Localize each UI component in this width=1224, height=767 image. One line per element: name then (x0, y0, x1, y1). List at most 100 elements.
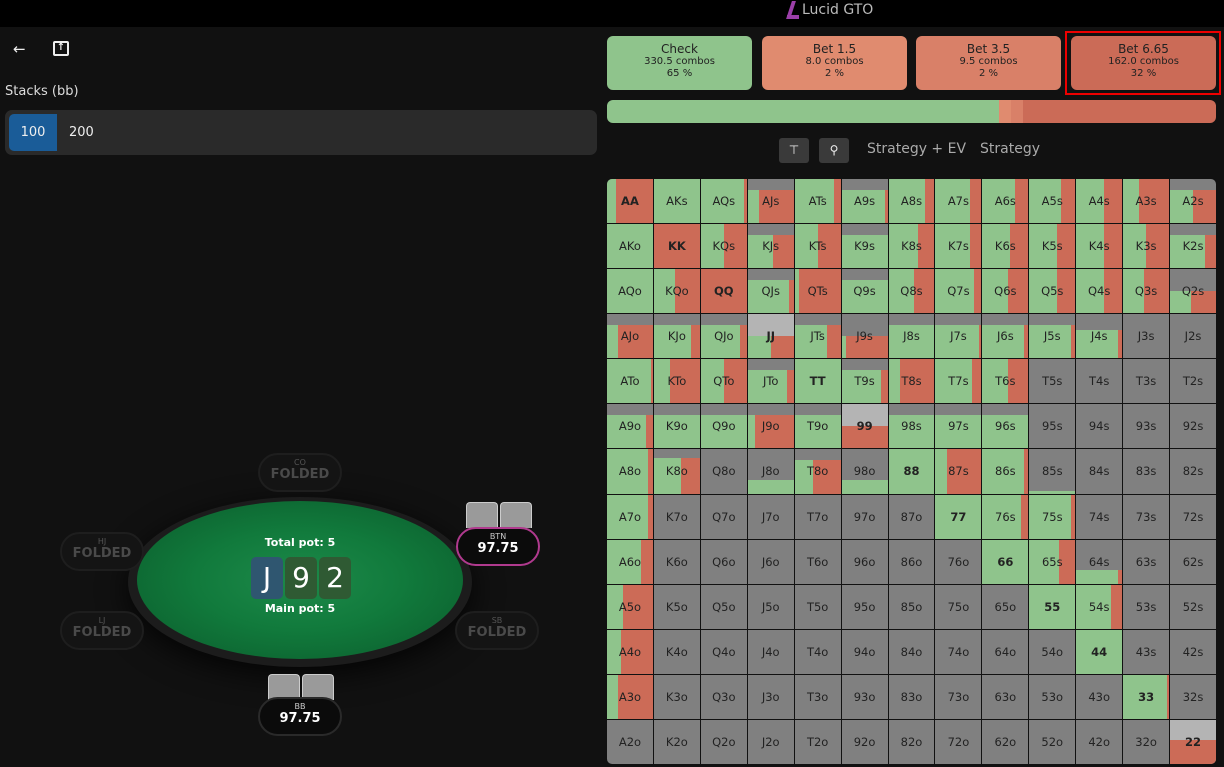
hand-cell[interactable]: A9s (841, 179, 888, 224)
hand-cell[interactable]: 84o (888, 629, 935, 674)
hand-cell[interactable]: Q3o (700, 674, 747, 719)
hand-cell[interactable]: 83s (1123, 449, 1170, 494)
hand-cell[interactable]: 98s (888, 404, 935, 449)
hand-cell[interactable]: K8o (653, 449, 700, 494)
hand-cell[interactable]: J8o (747, 449, 794, 494)
hand-cell[interactable]: 75s (1029, 494, 1076, 539)
hand-cell[interactable]: Q4s (1076, 269, 1123, 314)
hand-cell[interactable]: A4o (607, 629, 653, 674)
seat-btn[interactable]: BTN 97.75 (456, 527, 540, 566)
hand-cell[interactable]: 99 (841, 404, 888, 449)
hand-cell[interactable]: 65o (982, 584, 1029, 629)
hand-cell[interactable]: T6s (982, 359, 1029, 404)
hand-cell[interactable]: AJs (747, 179, 794, 224)
hand-cell[interactable]: T5o (794, 584, 841, 629)
hand-cell[interactable]: J4s (1076, 314, 1123, 359)
stack-option-100[interactable]: 100 (9, 114, 57, 151)
hand-cell[interactable]: 93s (1123, 404, 1170, 449)
hand-cell[interactable]: 87o (888, 494, 935, 539)
hand-cell[interactable]: Q7o (700, 494, 747, 539)
hand-cell[interactable]: 87s (935, 449, 982, 494)
hand-cell[interactable]: 97o (841, 494, 888, 539)
hand-cell[interactable]: KTs (794, 224, 841, 269)
hand-cell[interactable]: Q7s (935, 269, 982, 314)
hand-cell[interactable]: 64s (1076, 539, 1123, 584)
hand-cell[interactable]: A9o (607, 404, 653, 449)
hand-cell[interactable]: 86s (982, 449, 1029, 494)
hand-cell[interactable]: T7s (935, 359, 982, 404)
hand-cell[interactable]: T9o (794, 404, 841, 449)
hand-cell[interactable]: K6o (653, 539, 700, 584)
hand-cell[interactable]: 98o (841, 449, 888, 494)
hand-cell[interactable]: Q2o (700, 719, 747, 764)
hand-cell[interactable]: T8s (888, 359, 935, 404)
hand-cell[interactable]: A7o (607, 494, 653, 539)
hand-cell[interactable]: T2o (794, 719, 841, 764)
hand-cell[interactable]: KJs (747, 224, 794, 269)
hand-cell[interactable]: 32s (1170, 674, 1216, 719)
hand-cell[interactable]: J6s (982, 314, 1029, 359)
hand-cell[interactable]: Q5o (700, 584, 747, 629)
hand-cell[interactable]: A6o (607, 539, 653, 584)
hand-cell[interactable]: Q9o (700, 404, 747, 449)
hand-cell[interactable]: J9s (841, 314, 888, 359)
hand-cell[interactable]: Q9s (841, 269, 888, 314)
hand-cell[interactable]: 94s (1076, 404, 1123, 449)
hand-cell[interactable]: 54s (1076, 584, 1123, 629)
hand-cell[interactable]: 86o (888, 539, 935, 584)
hand-cell[interactable]: K5o (653, 584, 700, 629)
hand-cell[interactable]: 74o (935, 629, 982, 674)
hand-cell[interactable]: 73s (1123, 494, 1170, 539)
hand-cell[interactable]: A4s (1076, 179, 1123, 224)
hand-cell[interactable]: T3s (1123, 359, 1170, 404)
hand-cell[interactable]: T8o (794, 449, 841, 494)
action-bet-3-5-button[interactable]: Bet 3.5 9.5 combos 2 % (916, 36, 1061, 90)
hand-cell[interactable]: 95s (1029, 404, 1076, 449)
hand-cell[interactable]: J8s (888, 314, 935, 359)
hand-cell[interactable]: 22 (1170, 719, 1216, 764)
hand-cell[interactable]: 54o (1029, 629, 1076, 674)
stack-option-200[interactable]: 200 (57, 114, 106, 151)
hand-cell[interactable]: 33 (1123, 674, 1170, 719)
hand-cell[interactable]: Q8o (700, 449, 747, 494)
hand-cell[interactable]: 94o (841, 629, 888, 674)
magnifier-icon[interactable]: ⚲ (819, 138, 849, 163)
hand-cell[interactable]: QTo (700, 359, 747, 404)
hand-cell[interactable]: J6o (747, 539, 794, 584)
view-strategy-ev[interactable]: Strategy + EV (867, 141, 966, 157)
hand-cell[interactable]: J5o (747, 584, 794, 629)
hand-cell[interactable]: J3s (1123, 314, 1170, 359)
view-strategy[interactable]: Strategy (980, 141, 1040, 157)
hand-cell[interactable]: K8s (888, 224, 935, 269)
hand-cell[interactable]: T4o (794, 629, 841, 674)
hand-cell[interactable]: QJs (747, 269, 794, 314)
hand-cell[interactable]: 32o (1123, 719, 1170, 764)
hand-cell[interactable]: K6s (982, 224, 1029, 269)
hand-cell[interactable]: 85s (1029, 449, 1076, 494)
hand-cell[interactable]: 88 (888, 449, 935, 494)
hand-cell[interactable]: A2s (1170, 179, 1216, 224)
hand-cell[interactable]: AKo (607, 224, 653, 269)
hand-cell[interactable]: Q6o (700, 539, 747, 584)
hand-cell[interactable]: 62o (982, 719, 1029, 764)
hand-cell[interactable]: A8s (888, 179, 935, 224)
hand-cell[interactable]: 97s (935, 404, 982, 449)
seat-bb[interactable]: BB 97.75 (258, 697, 342, 736)
hand-cell[interactable]: TT (794, 359, 841, 404)
hand-cell[interactable]: K7s (935, 224, 982, 269)
hand-cell[interactable]: K3s (1123, 224, 1170, 269)
hand-cell[interactable]: A5o (607, 584, 653, 629)
hand-cell[interactable]: 52o (1029, 719, 1076, 764)
hand-cell[interactable]: K4o (653, 629, 700, 674)
hand-cell[interactable]: 43s (1123, 629, 1170, 674)
hand-cell[interactable]: QJo (700, 314, 747, 359)
hand-cell[interactable]: 82o (888, 719, 935, 764)
hand-cell[interactable]: K9s (841, 224, 888, 269)
hand-cell[interactable]: Q5s (1029, 269, 1076, 314)
hand-cell[interactable]: K9o (653, 404, 700, 449)
align-top-icon[interactable]: ⊤ (779, 138, 809, 163)
hand-cell[interactable]: 76s (982, 494, 1029, 539)
hand-cell[interactable]: K7o (653, 494, 700, 539)
hand-cell[interactable]: A2o (607, 719, 653, 764)
hand-cell[interactable]: 64o (982, 629, 1029, 674)
